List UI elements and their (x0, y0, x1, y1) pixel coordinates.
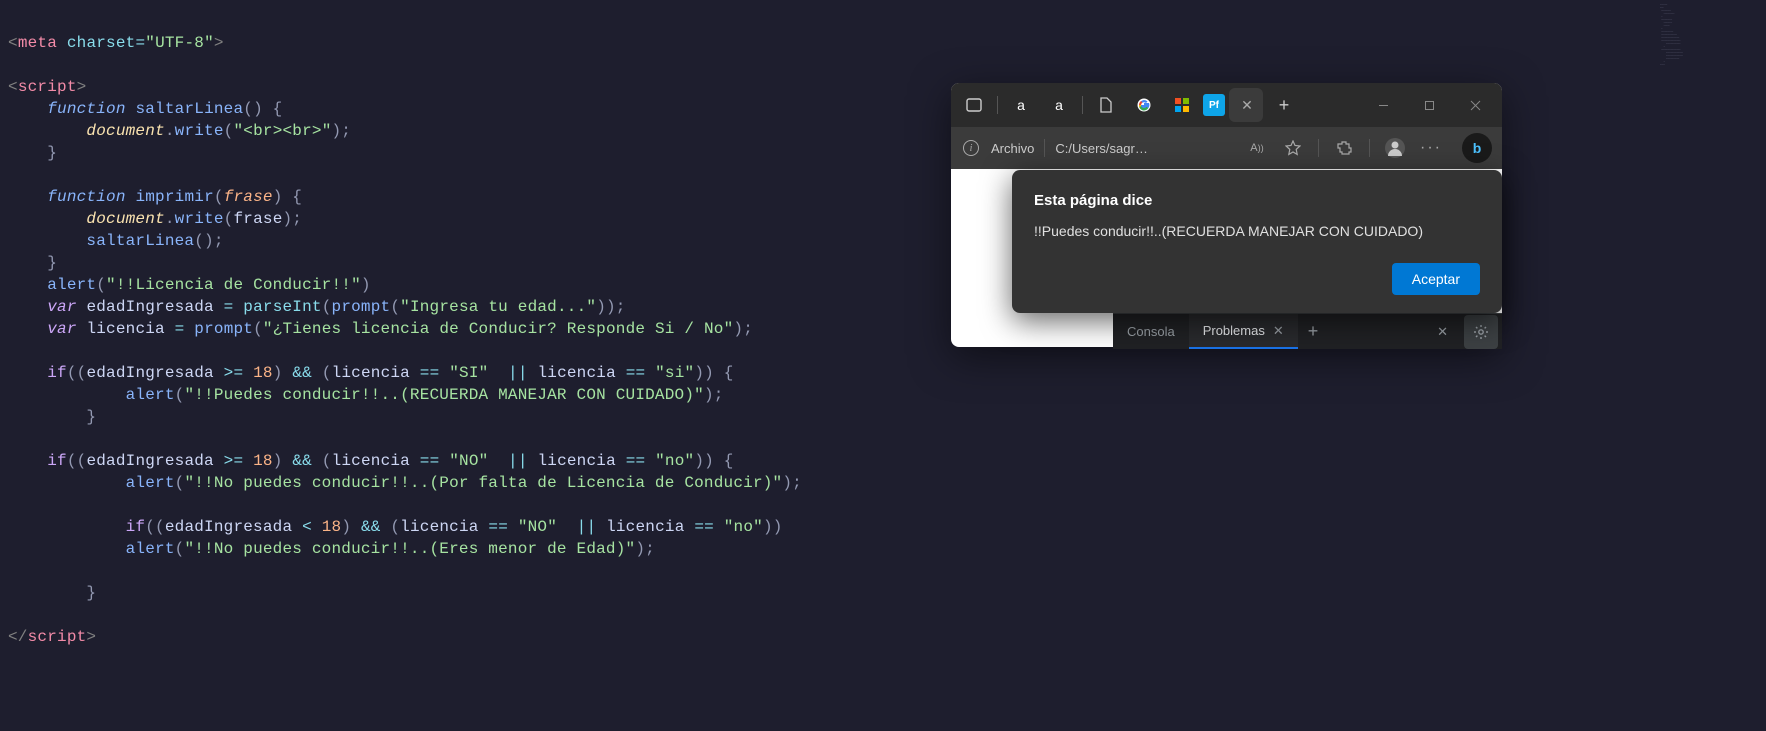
minimize-button[interactable] (1360, 89, 1406, 121)
read-aloud-icon[interactable]: A)) (1246, 138, 1268, 158)
close-icon[interactable]: ✕ (1241, 97, 1253, 114)
tab-consola[interactable]: Consola (1113, 314, 1189, 349)
dialog-title: Esta página dice (1034, 192, 1480, 209)
close-window-button[interactable] (1452, 89, 1498, 121)
profile-icon[interactable] (1384, 138, 1406, 158)
minimap[interactable]: ▬▬▬▬▬▬ ▬▬▬ ▬▬▬▬▬▬▬▬ ▬▬▬▬▬▬▬▬▬ ▬ ▬▬▬▬▬▬▬▬… (1660, 4, 1760, 124)
js-alert-dialog: Esta página dice !!Puedes conducir!!..(R… (1012, 170, 1502, 313)
tab-pf-icon[interactable]: Pf (1203, 94, 1225, 116)
info-icon[interactable]: i (961, 138, 981, 158)
bing-icon[interactable]: b (1462, 133, 1492, 163)
extensions-icon[interactable] (1333, 138, 1355, 158)
tab-problemas[interactable]: Problemas ✕ (1189, 314, 1298, 349)
new-tab-button[interactable]: + (1267, 88, 1301, 122)
address-scheme: Archivo (991, 141, 1034, 156)
more-icon[interactable]: ··· (1420, 138, 1442, 158)
close-icon[interactable]: ✕ (1273, 323, 1284, 339)
tab-microsoft-icon[interactable] (1165, 88, 1199, 122)
close-devtools-button[interactable]: ✕ (1437, 324, 1448, 340)
meta-tag: meta (18, 34, 57, 52)
window-controls (1360, 89, 1498, 121)
favorite-icon[interactable] (1282, 138, 1304, 158)
devtools-panel: Consola Problemas ✕ + ✕ (1113, 313, 1502, 349)
script-close-tag: script (28, 628, 87, 646)
script-open-tag: script (18, 78, 77, 96)
dialog-message: !!Puedes conducir!!..(RECUERDA MANEJAR C… (1034, 223, 1480, 239)
gear-icon[interactable] (1464, 315, 1498, 349)
address-path[interactable]: C:/Users/sagr… (1055, 141, 1147, 156)
browser-titlebar: a a Pf ✕ + (951, 83, 1502, 127)
tab-amazon-1[interactable]: a (1004, 88, 1038, 122)
maximize-button[interactable] (1406, 89, 1452, 121)
tab-workspaces-icon[interactable] (957, 88, 991, 122)
tab-file-icon[interactable] (1089, 88, 1123, 122)
tab-google-icon[interactable] (1127, 88, 1161, 122)
add-tab-button[interactable]: + (1298, 321, 1329, 342)
tab-amazon-2[interactable]: a (1042, 88, 1076, 122)
tab-current[interactable]: ✕ (1229, 88, 1263, 122)
accept-button[interactable]: Aceptar (1392, 263, 1480, 295)
browser-addressbar: i Archivo C:/Users/sagr… A)) ··· b (951, 127, 1502, 169)
